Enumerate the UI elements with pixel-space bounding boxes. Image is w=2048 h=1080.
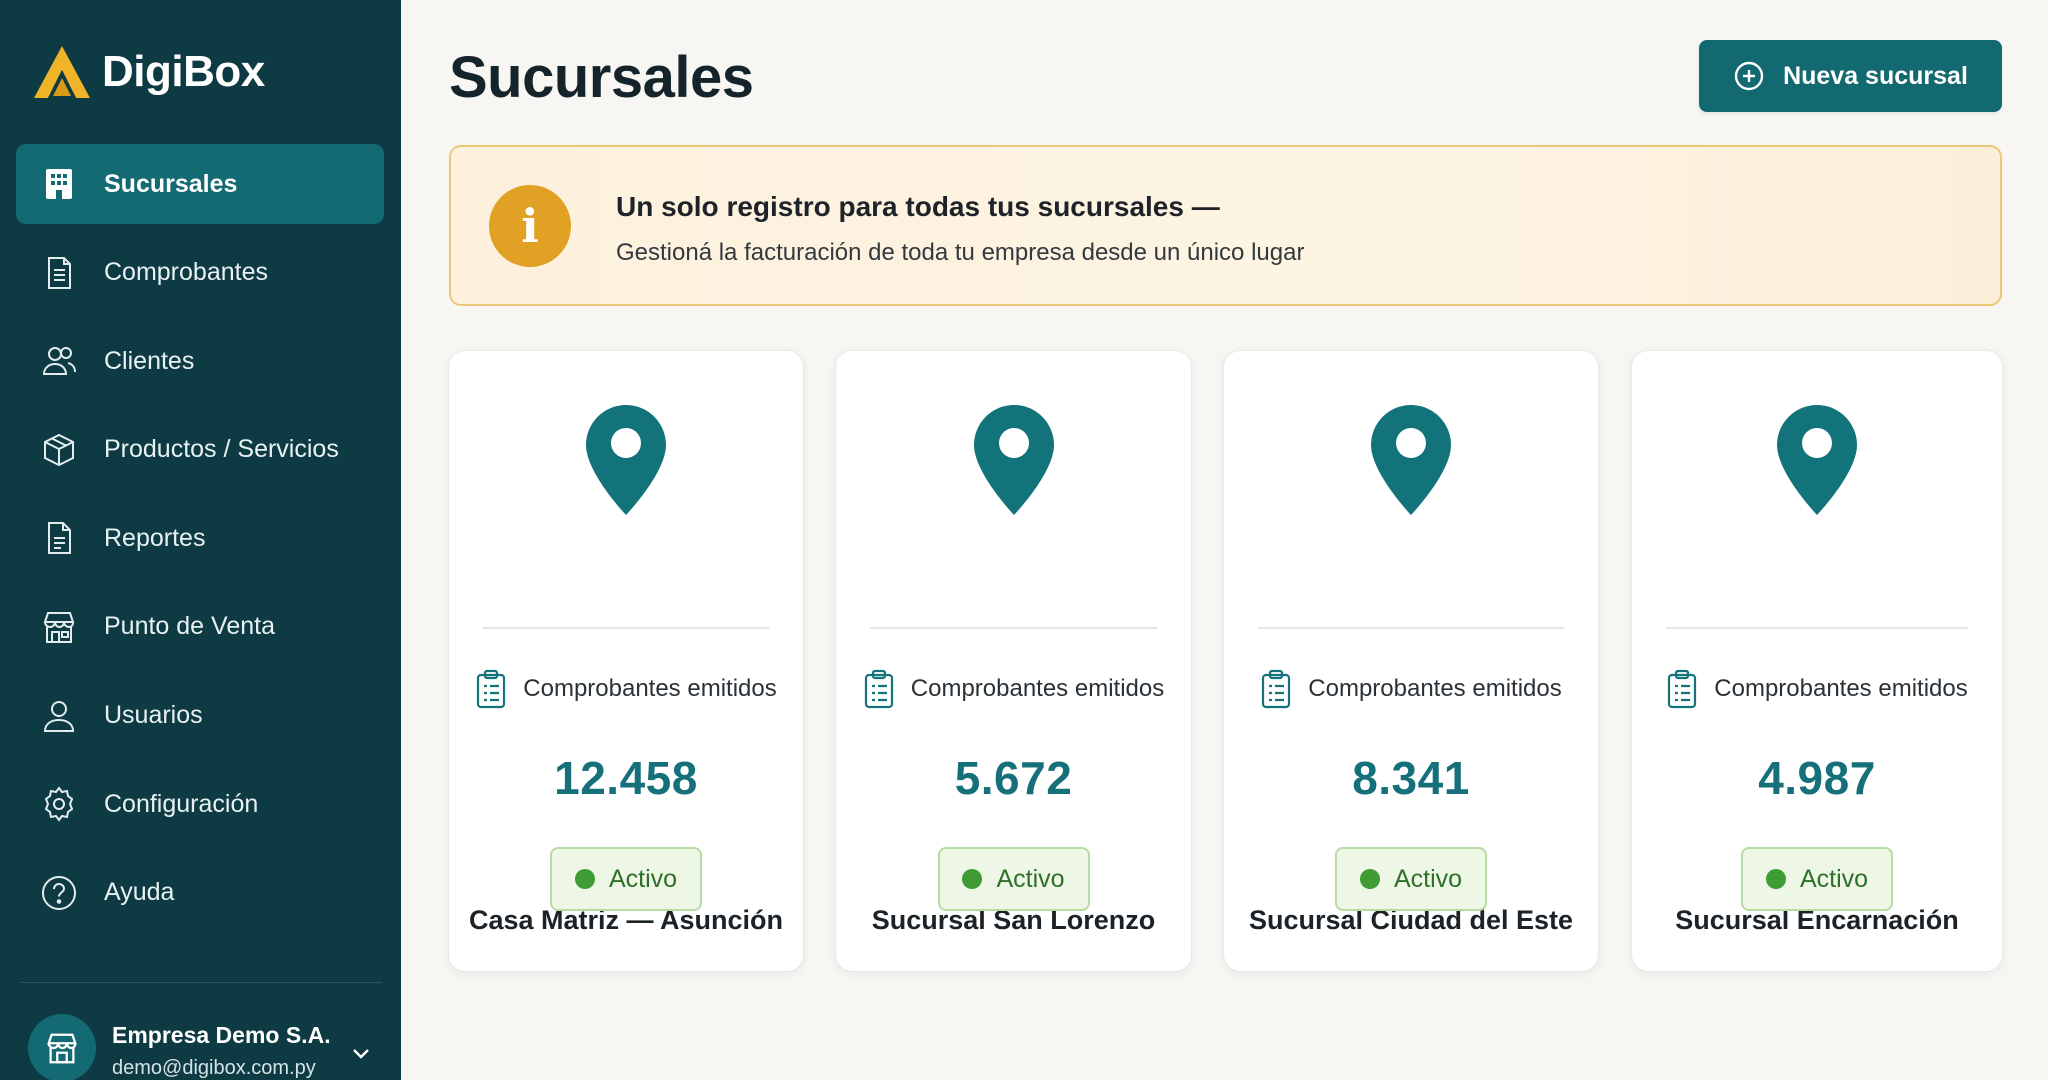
- status-dot-icon: [1765, 869, 1786, 889]
- gear-icon: [40, 785, 78, 823]
- location-pin-icon: [973, 405, 1054, 515]
- status-dot-icon: [1359, 869, 1380, 889]
- metric-label: Comprobantes emitidos: [1632, 669, 2002, 709]
- sidebar-item-reportes[interactable]: Reportes: [16, 498, 384, 578]
- branch-card[interactable]: Sucursal Ciudad del Este Comprobantes em…: [1224, 351, 1598, 971]
- sidebar-item-label: Configuración: [104, 789, 259, 818]
- metric-value: 5.672: [954, 752, 1073, 804]
- sidebar-item-ayuda[interactable]: Ayuda: [16, 853, 384, 933]
- sidebar-item-punto-de-venta[interactable]: Punto de Venta: [16, 587, 384, 667]
- info-banner: i Un solo registro para todas tus sucurs…: [449, 145, 2002, 306]
- metric-value: 8.341: [1352, 752, 1470, 804]
- account-info: Empresa Demo S.A. demo@digibox.com.py: [112, 1014, 331, 1080]
- card-divider: [483, 627, 769, 629]
- metric-label: Comprobantes emitidos: [836, 669, 1191, 709]
- user-icon: [40, 697, 78, 735]
- card-divider: [1258, 627, 1564, 629]
- metric-label: Comprobantes emitidos: [449, 669, 803, 709]
- location-pin-icon: [1777, 405, 1857, 515]
- location-pin-icon: [586, 405, 666, 515]
- sidebar-item-label: Productos / Servicios: [104, 435, 339, 464]
- chevron-down-icon[interactable]: [348, 1040, 374, 1066]
- brand-logo[interactable]: DigiBox: [32, 44, 265, 100]
- document-icon: [40, 519, 78, 557]
- sidebar-item-label: Punto de Venta: [104, 612, 275, 641]
- card-divider: [1666, 627, 1968, 629]
- sidebar-item-label: Sucursales: [104, 169, 238, 198]
- sidebar-item-productos[interactable]: Productos / Servicios: [16, 410, 384, 490]
- info-banner-text: Gestioná la facturación de toda tu empre…: [616, 239, 1305, 266]
- receipt-icon: [40, 254, 78, 292]
- new-branch-button-label: Nueva sucursal: [1783, 61, 1968, 90]
- sidebar-item-sucursales[interactable]: Sucursales: [16, 144, 384, 224]
- location-pin-icon: [1371, 405, 1451, 515]
- status-badge: Activo: [550, 847, 702, 911]
- branch-card[interactable]: Sucursal Encarnación Comprobantes emitid…: [1632, 351, 2002, 971]
- sidebar-divider: [20, 982, 382, 983]
- brand-name: DigiBox: [102, 47, 265, 96]
- box-icon: [40, 431, 78, 469]
- plus-circle-icon: [1734, 61, 1764, 91]
- sidebar-item-configuracion[interactable]: Configuración: [16, 764, 384, 844]
- sidebar-item-label: Reportes: [104, 523, 206, 552]
- account-switcher[interactable]: Empresa Demo S.A. demo@digibox.com.py: [28, 1014, 378, 1080]
- digibox-logo-icon: [34, 46, 90, 98]
- metric-label: Comprobantes emitidos: [1224, 669, 1598, 709]
- card-divider: [870, 627, 1157, 629]
- sidebar-item-label: Ayuda: [104, 878, 175, 907]
- sidebar-item-usuarios[interactable]: Usuarios: [16, 676, 384, 756]
- new-branch-button[interactable]: Nueva sucursal: [1699, 40, 2002, 112]
- clipboard-icon: [864, 669, 893, 709]
- info-banner-title: Un solo registro para todas tus sucursal…: [616, 191, 1220, 222]
- sidebar-item-label: Usuarios: [104, 701, 203, 730]
- account-name: Empresa Demo S.A.: [112, 1022, 331, 1048]
- status-badge: Activo: [1335, 847, 1487, 911]
- avatar: [28, 1014, 96, 1080]
- account-email: demo@digibox.com.py: [112, 1057, 316, 1079]
- sidebar-item-comprobantes[interactable]: Comprobantes: [16, 233, 384, 313]
- store-icon: [47, 1033, 77, 1064]
- status-dot-icon: [962, 869, 983, 889]
- help-icon: [40, 874, 78, 912]
- sidebar-nav: Sucursales Comprobantes Clientes Product…: [16, 144, 384, 941]
- branch-card[interactable]: Sucursal San Lorenzo Comprobantes emitid…: [836, 351, 1191, 971]
- branch-card[interactable]: Casa Matriz — Asunción Comprobantes emit…: [449, 351, 803, 971]
- status-badge: Activo: [937, 847, 1090, 911]
- sidebar-item-label: Comprobantes: [104, 258, 268, 287]
- clipboard-icon: [477, 669, 506, 709]
- page-title: Sucursales: [449, 45, 754, 110]
- metric-value: 12.458: [554, 752, 698, 804]
- status-badge: Activo: [1741, 847, 1893, 911]
- building-icon: [40, 165, 78, 203]
- sidebar: DigiBox Sucursales Comprobantes Clientes: [0, 0, 401, 1080]
- sidebar-item-label: Clientes: [104, 346, 195, 375]
- info-icon: i: [489, 185, 571, 267]
- status-dot-icon: [574, 869, 595, 889]
- sidebar-item-clientes[interactable]: Clientes: [16, 321, 384, 401]
- store-icon: [40, 608, 78, 646]
- metric-value: 4.987: [1758, 752, 1876, 804]
- clipboard-icon: [1262, 669, 1291, 709]
- users-icon: [40, 342, 78, 380]
- clipboard-icon: [1668, 669, 1697, 709]
